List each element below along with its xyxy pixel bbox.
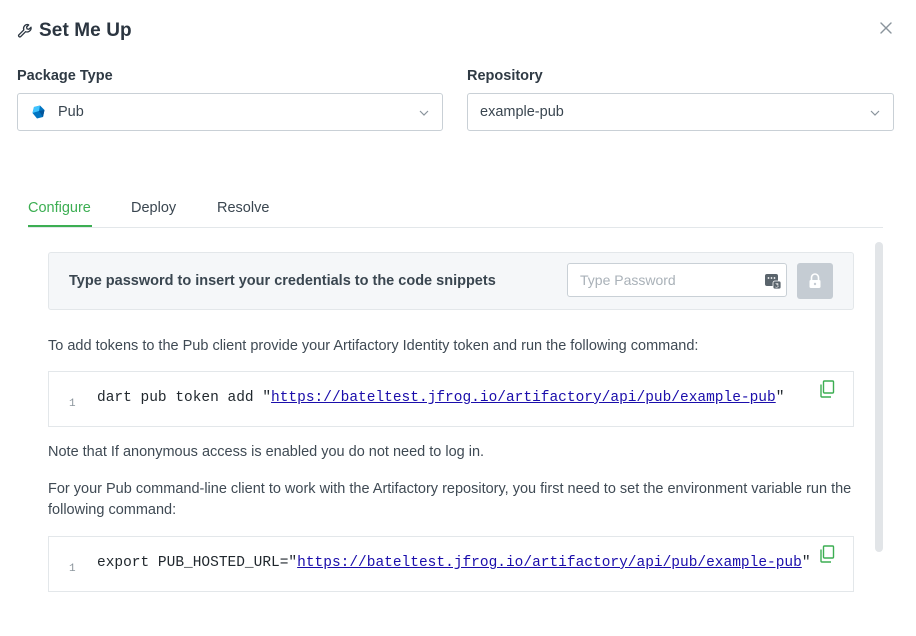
repository-value: example-pub [480, 104, 564, 120]
instruction-text: To add tokens to the Pub client provide … [48, 338, 699, 354]
code-text: export PUB_HOSTED_URL=" [97, 555, 298, 571]
code-block: 1 export PUB_HOSTED_URL="https://batelte… [48, 536, 854, 592]
page-title: Set Me Up [39, 20, 132, 41]
lock-button[interactable] [797, 263, 833, 299]
wrench-icon [17, 23, 32, 38]
code-text: " [775, 390, 785, 406]
line-number: 1 [69, 563, 76, 575]
close-icon[interactable] [878, 20, 894, 36]
credentials-instruction: Type password to insert your credentials… [69, 273, 496, 289]
scrollbar[interactable] [875, 242, 883, 552]
code-block: 1 dart pub token add "https://bateltest.… [48, 371, 854, 427]
code-link[interactable]: https://bateltest.jfrog.io/artifactory/a… [271, 390, 776, 406]
code-text: " [801, 555, 811, 571]
svg-text:3: 3 [775, 282, 779, 290]
tab-resolve[interactable]: Resolve [217, 200, 269, 216]
tab-content: Type password to insert your credentials… [28, 240, 874, 636]
copy-icon[interactable] [819, 545, 835, 563]
repository-label: Repository [467, 68, 543, 84]
instruction-text: For your Pub command-line client to work… [48, 481, 852, 518]
chevron-down-icon [419, 110, 429, 116]
repository-select[interactable]: example-pub [467, 93, 894, 131]
modal-header: Set Me Up [17, 20, 132, 42]
password-input[interactable] [567, 263, 787, 297]
code-link[interactable]: https://bateltest.jfrog.io/artifactory/a… [297, 555, 802, 571]
package-type-select[interactable]: Pub [17, 93, 443, 131]
credentials-box: Type password to insert your credentials… [48, 252, 854, 310]
copy-icon[interactable] [819, 380, 835, 398]
code-line: dart pub token add "https://bateltest.jf… [97, 390, 784, 406]
pub-package-icon [32, 105, 45, 119]
password-manager-icon[interactable]: 3 [764, 272, 782, 290]
line-number: 1 [69, 398, 76, 410]
active-tab-indicator [28, 225, 92, 227]
tab-bar: Configure Deploy Resolve [28, 196, 883, 228]
note-text: Note that If anonymous access is enabled… [48, 444, 485, 460]
lock-icon [809, 273, 821, 288]
package-type-label: Package Type [17, 68, 113, 84]
package-type-value: Pub [58, 104, 84, 120]
tab-configure[interactable]: Configure [28, 200, 91, 216]
chevron-down-icon [870, 110, 880, 116]
code-text: dart pub token add " [97, 390, 272, 406]
tab-deploy[interactable]: Deploy [131, 200, 176, 216]
code-line: export PUB_HOSTED_URL="https://bateltest… [97, 555, 811, 571]
